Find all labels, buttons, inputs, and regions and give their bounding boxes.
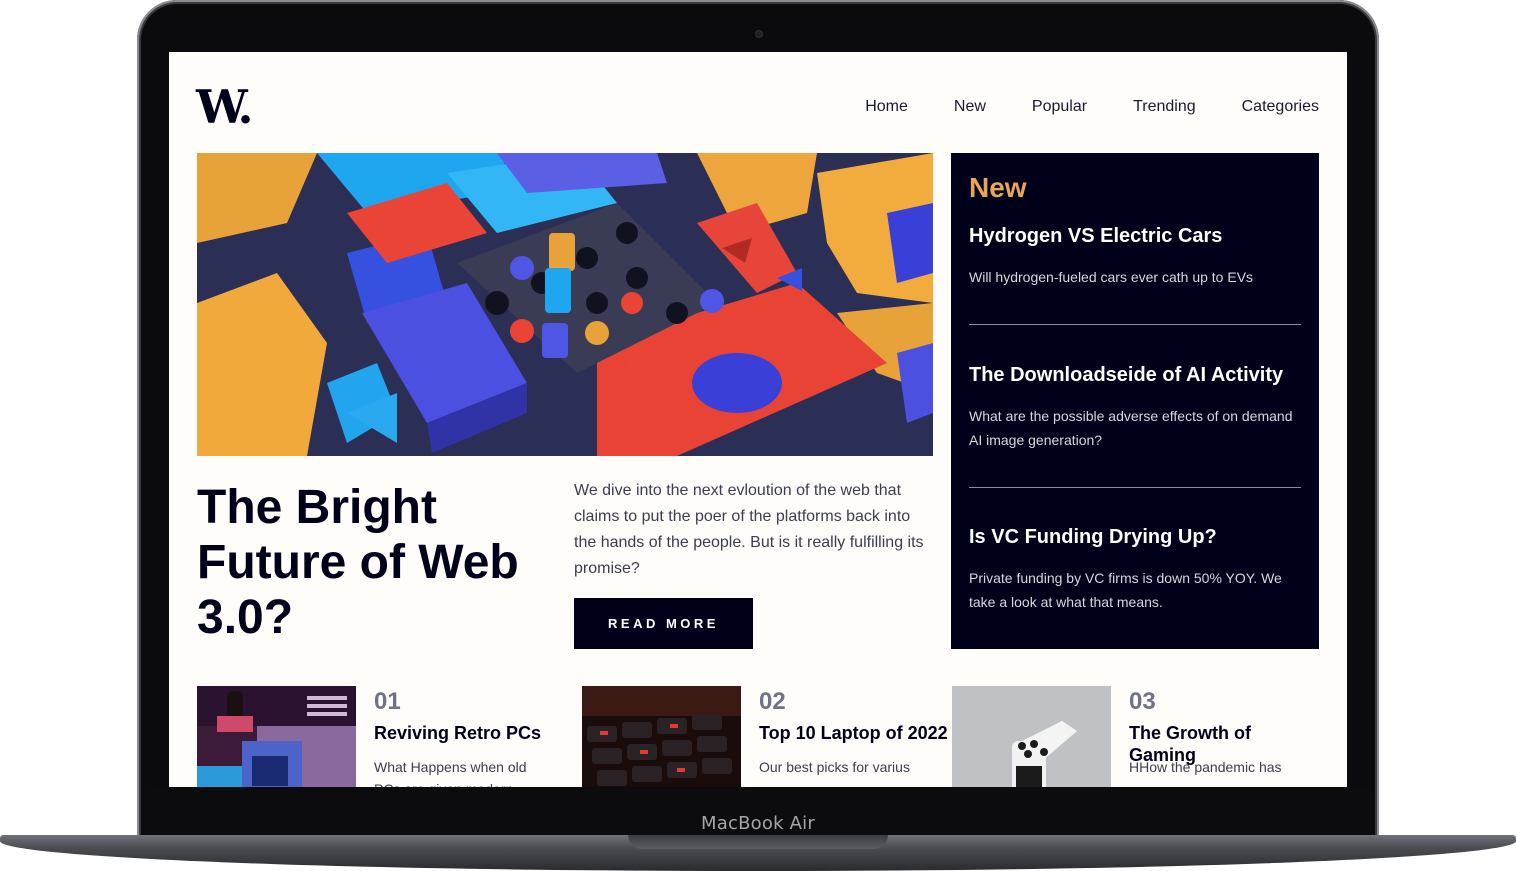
nav-new[interactable]: New	[954, 98, 986, 116]
hero-lede: We dive into the next evloution of the w…	[574, 482, 924, 577]
site-logo[interactable]: W.	[196, 84, 253, 130]
new-item[interactable]: The Downloadseide of AI Activity What ar…	[969, 362, 1301, 452]
new-item[interactable]: Is VC Funding Drying Up? Private funding…	[969, 524, 1301, 614]
article-card[interactable]: 02 Top 10 Laptop of 2022 Our best picks …	[582, 686, 952, 787]
article-thumbnail[interactable]	[952, 686, 1111, 787]
article-title[interactable]: Top 10 Laptop of 2022	[759, 722, 949, 744]
article-number: 02	[759, 688, 786, 715]
divider	[969, 487, 1301, 488]
retro-pc-image	[197, 686, 356, 787]
camera-icon	[755, 30, 763, 38]
nav-home[interactable]: Home	[865, 98, 908, 116]
nav-trending[interactable]: Trending	[1133, 98, 1196, 116]
new-item-title[interactable]: The Downloadseide of AI Activity	[969, 362, 1301, 388]
article-card[interactable]: 01 Reviving Retro PCs What Happens when …	[197, 686, 567, 787]
new-item-title[interactable]: Hydrogen VS Electric Cars	[969, 223, 1301, 249]
hero-headline[interactable]: The Bright Future of Web 3.0?	[197, 480, 557, 645]
article-thumbnail[interactable]	[582, 686, 741, 787]
new-articles-panel: New Hydrogen VS Electric Cars Will hydro…	[951, 153, 1319, 649]
new-item[interactable]: Hydrogen VS Electric Cars Will hydrogen-…	[969, 223, 1301, 289]
article-summary: Our best picks for varius	[759, 759, 910, 775]
divider	[969, 324, 1301, 325]
hero-illustration	[197, 153, 933, 456]
main-nav: Home New Popular Trending Categories	[865, 98, 1319, 116]
nav-popular[interactable]: Popular	[1032, 98, 1087, 116]
laptop-model-label: MacBook Air	[701, 813, 815, 834]
game-controller-image	[952, 686, 1111, 787]
read-more-button[interactable]: READ MORE	[574, 598, 753, 649]
nav-categories[interactable]: Categories	[1242, 98, 1319, 116]
laptop-keyboard-image	[582, 686, 741, 787]
new-item-summary: What are the possible adverse effects of…	[969, 408, 1293, 448]
new-item-summary: Will hydrogen-fueled cars ever cath up t…	[969, 269, 1254, 285]
article-summary: What Happens when old PCs are given mode…	[374, 759, 527, 787]
article-thumbnail[interactable]	[197, 686, 356, 787]
new-item-summary: Private funding by VC firms is down 50% …	[969, 570, 1282, 610]
screen: W. Home New Popular Trending Categories	[169, 52, 1347, 787]
article-number: 01	[374, 688, 401, 715]
new-item-title[interactable]: Is VC Funding Drying Up?	[969, 524, 1301, 550]
article-number: 03	[1129, 688, 1156, 715]
hero-image[interactable]	[197, 153, 933, 456]
article-card[interactable]: 03 The Growth of Gaming HHow the pandemi…	[952, 686, 1322, 787]
laptop-hinge-notch	[628, 835, 888, 849]
article-summary: HHow the pandemic has	[1129, 759, 1282, 775]
new-panel-heading: New	[969, 172, 1027, 203]
article-title[interactable]: Reviving Retro PCs	[374, 722, 564, 744]
